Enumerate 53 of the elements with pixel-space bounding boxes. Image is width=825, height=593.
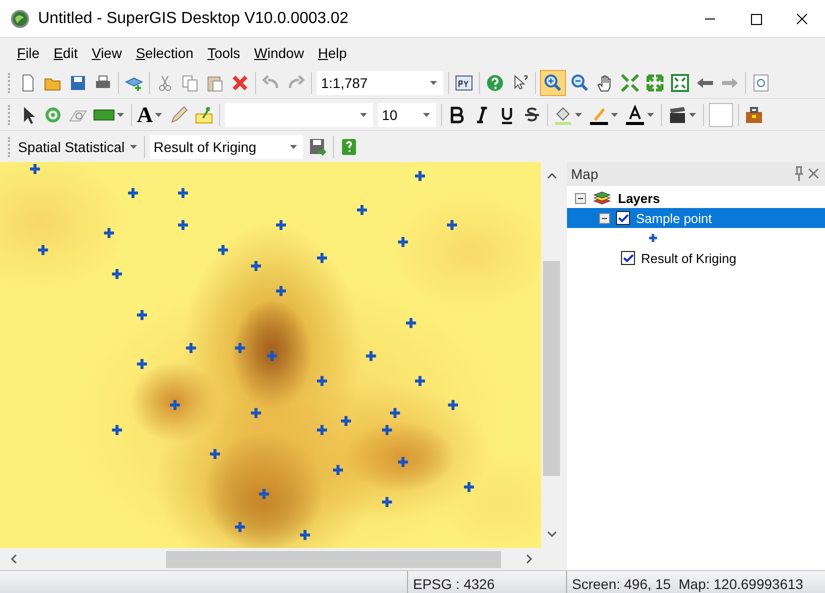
layer-row[interactable]: Sample point <box>567 208 825 228</box>
tree-root-label[interactable]: Layers <box>618 190 660 206</box>
caret-icon[interactable] <box>610 112 618 116</box>
layer-checkbox[interactable] <box>616 211 630 225</box>
shrink-arrows-icon[interactable] <box>620 72 640 92</box>
layer-dropdown[interactable]: Result of Kriging <box>150 134 303 158</box>
crs-label: EPSG : 4326 <box>407 571 566 593</box>
caret-icon[interactable] <box>130 144 137 148</box>
help-icon[interactable] <box>485 72 505 92</box>
callout-icon[interactable] <box>194 104 214 124</box>
zoom-page-icon[interactable] <box>751 72 771 92</box>
delete-icon[interactable] <box>230 72 250 92</box>
menu-item[interactable]: Help <box>310 44 354 60</box>
caret-icon[interactable] <box>360 112 367 116</box>
collapse-toggle[interactable] <box>599 212 610 224</box>
expand-arrows-icon[interactable] <box>645 72 665 92</box>
scale-dropdown[interactable]: 1:1,787 <box>317 70 443 94</box>
caret-icon[interactable] <box>430 80 437 84</box>
menu-item[interactable]: Selection <box>128 44 200 60</box>
menu-item[interactable]: File <box>10 44 47 60</box>
text-tool-button[interactable]: A <box>137 104 153 126</box>
menu-item[interactable]: Window <box>247 44 311 60</box>
font-size-dropdown[interactable]: 10 <box>378 102 436 126</box>
tool-dropdown[interactable]: Spatial Statistical <box>18 138 139 154</box>
fill-bucket-icon[interactable] <box>552 104 573 124</box>
caret-icon[interactable] <box>688 112 696 116</box>
pencil-icon[interactable] <box>168 104 189 124</box>
panel-title: Map <box>571 166 600 182</box>
font-color-icon[interactable] <box>624 104 645 124</box>
caret-icon[interactable] <box>154 112 162 116</box>
caret-icon[interactable] <box>646 112 654 116</box>
save-export-icon[interactable] <box>308 136 328 156</box>
caret-icon[interactable] <box>290 144 297 148</box>
toolbox-icon[interactable] <box>744 104 764 124</box>
caret-icon[interactable] <box>574 112 582 116</box>
caret-icon[interactable] <box>422 112 430 116</box>
caret-icon[interactable] <box>117 112 124 116</box>
color-swatch[interactable] <box>708 102 733 126</box>
menu-item[interactable]: Edit <box>46 44 85 60</box>
scrollbar-thumb[interactable] <box>166 550 501 568</box>
coordinates-label: Screen: 496, 15 Map: 120.69993613 <box>566 571 825 593</box>
collapse-toggle[interactable] <box>575 192 586 204</box>
scrollbar-thumb[interactable] <box>543 261 560 476</box>
window-title: Untitled - SuperGIS Desktop V10.0.0003.02 <box>38 10 348 28</box>
layer-row[interactable]: Result of Kriging <box>567 248 825 268</box>
menu-item[interactable]: View <box>84 44 129 60</box>
python-icon[interactable] <box>454 72 474 92</box>
full-extent-icon[interactable] <box>670 72 690 92</box>
menu-item[interactable]: Tools <box>200 44 248 60</box>
layer-checkbox[interactable] <box>621 251 635 265</box>
zoom-out-icon[interactable] <box>570 72 590 92</box>
copy-icon[interactable] <box>180 72 200 92</box>
app-logo-icon <box>10 8 30 28</box>
